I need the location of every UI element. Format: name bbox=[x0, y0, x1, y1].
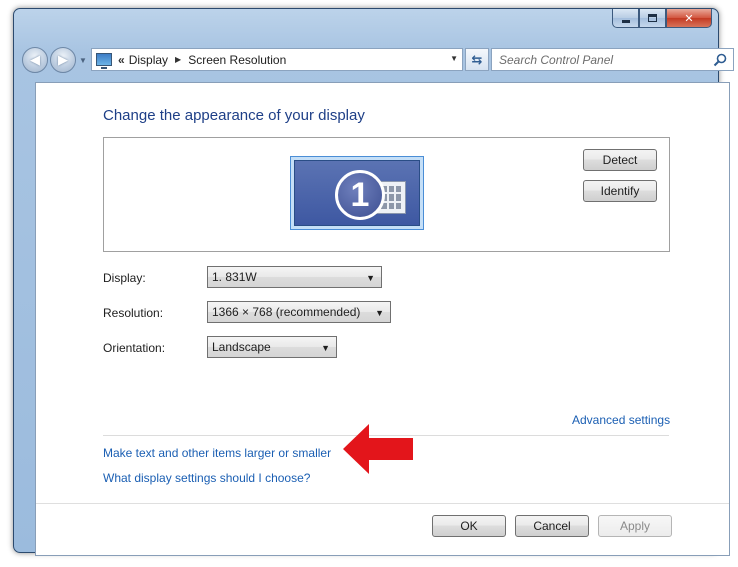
orientation-label: Orientation: bbox=[103, 341, 166, 355]
resolution-label: Resolution: bbox=[103, 306, 164, 320]
orientation-select[interactable]: Landscape ▼ bbox=[207, 336, 337, 358]
chevron-down-icon: ▼ bbox=[321, 343, 330, 353]
resolution-select-value: 1366 × 768 (recommended) bbox=[212, 305, 361, 319]
monitor-number-badge: 1 bbox=[335, 170, 385, 220]
advanced-settings-link[interactable]: Advanced settings bbox=[572, 413, 670, 427]
back-arrow-icon: ◀ bbox=[30, 52, 40, 67]
refresh-button[interactable]: ⇆ bbox=[465, 48, 489, 71]
minimize-button[interactable] bbox=[612, 9, 639, 28]
refresh-icon: ⇆ bbox=[471, 51, 483, 67]
maximize-button[interactable] bbox=[639, 9, 666, 28]
cancel-button[interactable]: Cancel bbox=[515, 515, 589, 537]
close-icon: ✕ bbox=[684, 12, 694, 25]
monitor-1-tile[interactable]: 1 bbox=[290, 156, 424, 230]
display-select-value: 1. 831W bbox=[212, 270, 257, 284]
control-panel-icon bbox=[96, 53, 112, 69]
caption-buttons: ✕ bbox=[612, 9, 712, 29]
breadcrumb-arrow-icon[interactable]: ▶ bbox=[175, 55, 181, 64]
close-button[interactable]: ✕ bbox=[666, 9, 712, 28]
screen-resolution-window: ✕ ◀ ▶ ▼ « Display ▶ Screen Resolution ▼ … bbox=[13, 8, 734, 556]
search-icon[interactable] bbox=[713, 53, 727, 67]
search-box[interactable] bbox=[491, 48, 734, 71]
resolution-select[interactable]: 1366 × 768 (recommended) ▼ bbox=[207, 301, 391, 323]
forward-button[interactable]: ▶ bbox=[50, 47, 76, 73]
apply-button[interactable]: Apply bbox=[598, 515, 672, 537]
chevron-down-icon: ▼ bbox=[366, 273, 375, 283]
display-label: Display: bbox=[103, 271, 146, 285]
text-size-link[interactable]: Make text and other items larger or smal… bbox=[103, 446, 331, 460]
content-pane: Change the appearance of your display 1 … bbox=[35, 82, 730, 556]
identify-button[interactable]: Identify bbox=[583, 180, 657, 202]
back-button[interactable]: ◀ bbox=[22, 47, 48, 73]
forward-arrow-icon: ▶ bbox=[58, 52, 68, 67]
page-title: Change the appearance of your display bbox=[103, 107, 365, 124]
red-annotation-arrow-icon bbox=[343, 424, 413, 474]
recent-pages-dropdown-icon[interactable]: ▼ bbox=[79, 56, 87, 65]
breadcrumb-screen-resolution[interactable]: Screen Resolution bbox=[188, 53, 286, 67]
navigation-bar: ◀ ▶ ▼ « Display ▶ Screen Resolution ▼ ⇆ bbox=[22, 47, 734, 75]
footer-divider bbox=[36, 503, 729, 504]
minimize-icon bbox=[621, 19, 630, 23]
maximize-icon bbox=[648, 14, 657, 22]
ok-button[interactable]: OK bbox=[432, 515, 506, 537]
orientation-select-value: Landscape bbox=[212, 340, 271, 354]
detect-button[interactable]: Detect bbox=[583, 149, 657, 171]
display-settings-help-link[interactable]: What display settings should I choose? bbox=[103, 471, 310, 485]
display-select[interactable]: 1. 831W ▼ bbox=[207, 266, 382, 288]
address-bar[interactable]: « Display ▶ Screen Resolution ▼ bbox=[91, 48, 463, 71]
breadcrumb-display[interactable]: Display bbox=[129, 53, 168, 67]
chevron-down-icon: ▼ bbox=[375, 308, 384, 318]
search-input[interactable] bbox=[499, 52, 699, 67]
display-preview-area: 1 Detect Identify bbox=[103, 137, 670, 252]
address-dropdown-icon[interactable]: ▼ bbox=[450, 54, 458, 63]
address-overflow-chevron[interactable]: « bbox=[118, 53, 125, 67]
